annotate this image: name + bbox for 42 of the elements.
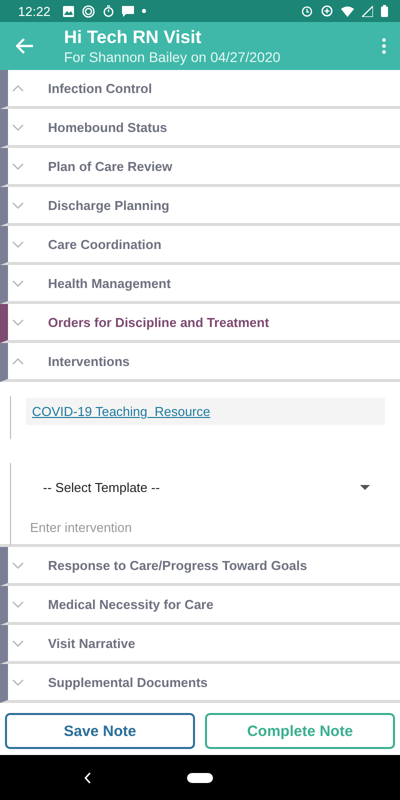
signal-icon (362, 6, 373, 16)
section-header[interactable]: Orders for Discipline and Treatment (0, 304, 400, 343)
chevron-down-icon (12, 640, 24, 646)
message-icon (122, 6, 134, 16)
wifi-icon (341, 6, 354, 16)
image-icon (62, 6, 74, 16)
section-header[interactable]: Discharge Planning (0, 187, 400, 226)
complete-button[interactable]: Complete Note (205, 713, 395, 749)
chevron-down-icon (12, 202, 24, 208)
section-header[interactable]: Infection Control (0, 70, 400, 109)
chevron-up-icon (12, 358, 24, 364)
section-header[interactable]: Care Coordination (0, 226, 400, 265)
section-header[interactable]: Plan of Care Review (0, 148, 400, 187)
section-header[interactable]: Homebound Status (0, 109, 400, 148)
dropdown-caret-icon (360, 484, 370, 490)
resource-link[interactable]: COVID-19 Teaching Resource (26, 398, 385, 425)
section-header[interactable]: Interventions (0, 343, 400, 382)
home-pill-icon[interactable] (187, 772, 213, 782)
save-button[interactable]: Save Note (5, 713, 195, 749)
section-header[interactable]: Supplemental Documents (0, 664, 400, 703)
section-header[interactable]: Medical Necessity for Care (0, 586, 400, 625)
screen-subtitle: For Shannon Bailey on 04/27/2020 (64, 48, 282, 66)
battery-icon (381, 5, 388, 17)
dot-icon (142, 9, 146, 13)
chevron-down-icon (12, 240, 24, 248)
chevron-down-icon (12, 600, 24, 608)
chevron-up-icon (12, 84, 24, 92)
chevron-down-icon (12, 280, 24, 286)
section-header[interactable]: Visit Narrative (0, 625, 400, 664)
alarm-icon (301, 5, 313, 17)
chevron-down-icon (12, 678, 24, 686)
chevron-down-icon (12, 318, 24, 326)
screen-title: Hi Tech RN Visit (64, 26, 202, 48)
chevron-down-icon (12, 162, 24, 170)
section-header[interactable]: Response to Care/Progress Toward Goals (0, 547, 400, 586)
stopwatch-icon (102, 5, 114, 17)
section-header[interactable]: Health Management (0, 265, 400, 304)
chevron-down-icon (12, 124, 24, 130)
chevron-down-icon (12, 562, 24, 568)
back-nav-icon[interactable] (84, 772, 92, 784)
status-time: 12:22 (18, 4, 51, 18)
template-select[interactable]: -- Select Template -- (11, 469, 385, 505)
